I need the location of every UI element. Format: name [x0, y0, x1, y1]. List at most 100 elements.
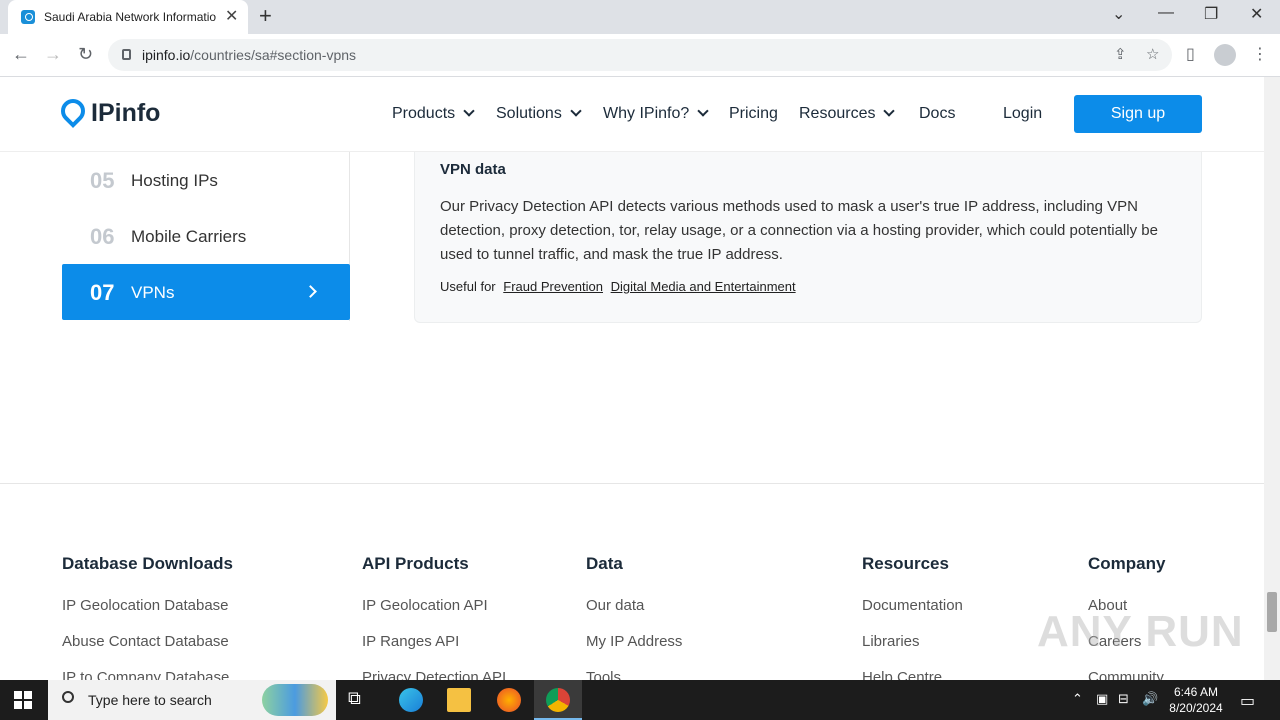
- clock-time: 6:46 AM: [1173, 685, 1219, 699]
- task-view-icon[interactable]: ⧉: [348, 688, 372, 712]
- footer-col-database-downloads: Database Downloads IP Geolocation Databa…: [62, 554, 233, 680]
- chevron-down-icon: [883, 105, 896, 117]
- search-placeholder: Type here to search: [88, 692, 212, 708]
- tab-strip: Saudi Arabia Network Informatio ✕ + ⌄ — …: [0, 0, 1280, 34]
- lock-icon[interactable]: [122, 49, 131, 60]
- firefox-icon[interactable]: [497, 688, 521, 712]
- address-bar[interactable]: ipinfo.io/countries/sa#section-vpns ⇪ ☆: [108, 39, 1172, 71]
- share-icon[interactable]: ⇪: [1114, 45, 1127, 63]
- clock-date: 8/20/2024: [1169, 701, 1223, 715]
- footer-link[interactable]: Documentation: [862, 597, 963, 633]
- logo-text: IPinfo: [91, 99, 161, 127]
- back-icon[interactable]: ←: [12, 44, 30, 65]
- windows-taskbar: Type here to search ⧉ ⌃ ▣ ⊟ 🔊 6:46 AM 8/…: [0, 680, 1280, 720]
- footer-link[interactable]: Libraries: [862, 633, 963, 669]
- footer-link[interactable]: Privacy Detection API: [362, 669, 506, 680]
- link-digital-media[interactable]: Digital Media and Entertainment: [611, 279, 796, 294]
- footer-col-data: Data Our data My IP Address Tools: [586, 554, 682, 680]
- windows-start-icon[interactable]: [14, 691, 32, 709]
- tab-title: Saudi Arabia Network Informatio: [44, 10, 216, 24]
- device-icon[interactable]: ▣: [1096, 691, 1108, 707]
- footer-link[interactable]: Our data: [586, 597, 682, 633]
- restore-button[interactable]: ❐: [1204, 4, 1218, 24]
- anyrun-watermark: ANY RUN: [1037, 607, 1244, 656]
- nav-pricing[interactable]: Pricing: [729, 105, 778, 123]
- minimize-button[interactable]: —: [1158, 4, 1174, 22]
- location-pin-icon: [56, 94, 90, 128]
- footer-link[interactable]: IP Geolocation Database: [62, 597, 233, 633]
- sidebar-item-number: 05: [90, 168, 115, 193]
- close-tab-icon[interactable]: ✕: [225, 6, 238, 26]
- vpn-card-body: Our Privacy Detection API detects variou…: [440, 198, 1158, 263]
- nav-resources[interactable]: Resources: [799, 105, 896, 123]
- file-explorer-icon[interactable]: [447, 688, 471, 712]
- vpn-card-title: VPN data: [440, 161, 506, 178]
- sidebar-item-label: Mobile Carriers: [131, 227, 247, 246]
- footer-col-api-products: API Products IP Geolocation API IP Range…: [362, 554, 506, 680]
- volume-icon[interactable]: 🔊: [1142, 691, 1158, 707]
- footer-col-title: Database Downloads: [62, 554, 233, 573]
- chevron-down-icon: [697, 105, 709, 117]
- taskbar-search-box[interactable]: Type here to search: [48, 680, 336, 720]
- notifications-icon[interactable]: ▭: [1240, 691, 1255, 711]
- new-tab-button[interactable]: +: [259, 3, 272, 29]
- footer-col-title: Company: [1088, 554, 1166, 573]
- nav-solutions[interactable]: Solutions: [496, 105, 582, 123]
- chevron-down-icon: [570, 105, 582, 117]
- show-hidden-icons-icon[interactable]: ⌃: [1072, 691, 1083, 707]
- footer-link[interactable]: My IP Address: [586, 633, 682, 669]
- browser-tab[interactable]: Saudi Arabia Network Informatio ✕: [8, 0, 248, 34]
- useful-for-row: Useful for Fraud Prevention Digital Medi…: [440, 279, 796, 294]
- nav-docs[interactable]: Docs: [919, 105, 955, 123]
- sidebar-item-number: 06: [90, 224, 115, 249]
- footer-link[interactable]: IP to Company Database: [62, 669, 233, 680]
- footer-link[interactable]: Community: [1088, 669, 1165, 680]
- footer-link[interactable]: IP Ranges API: [362, 633, 506, 669]
- link-fraud-prevention[interactable]: Fraud Prevention: [503, 279, 603, 294]
- url-text[interactable]: ipinfo.io/countries/sa#section-vpns: [142, 47, 356, 63]
- browser-toolbar: ← → ↻ ipinfo.io/countries/sa#section-vpn…: [0, 34, 1280, 77]
- profile-avatar[interactable]: [1214, 44, 1236, 66]
- taskbar-clock[interactable]: 6:46 AM 8/20/2024: [1162, 684, 1230, 716]
- footer-col-title: Resources: [862, 554, 949, 573]
- sidebar-item-vpns[interactable]: 07 VPNs: [62, 264, 350, 320]
- footer-link[interactable]: Help Centre: [862, 669, 963, 680]
- signup-button[interactable]: Sign up: [1074, 95, 1202, 133]
- reload-icon[interactable]: ↻: [78, 44, 93, 65]
- ipinfo-favicon-icon: [21, 10, 35, 24]
- footer-link[interactable]: Tools: [586, 669, 682, 680]
- footer-col-title: API Products: [362, 554, 469, 573]
- chevron-down-icon: [463, 105, 475, 117]
- sidebar-item-label: VPNs: [131, 283, 175, 302]
- page-scrollbar[interactable]: [1264, 77, 1280, 680]
- chrome-icon: [546, 688, 570, 712]
- footer-col-title: Data: [586, 554, 623, 573]
- section-sidebar: 05 Hosting IPs 06 Mobile Carriers 07 VPN…: [62, 152, 350, 321]
- login-link[interactable]: Login: [1003, 105, 1042, 123]
- search-icon: [62, 691, 74, 703]
- chevron-right-icon: [304, 285, 317, 298]
- site-header: IPinfo Products Solutions Why IPinfo? Pr…: [0, 77, 1264, 152]
- search-highlight-icon: [262, 684, 328, 716]
- side-panel-icon[interactable]: ▯: [1186, 44, 1195, 64]
- bookmark-star-icon[interactable]: ☆: [1146, 45, 1159, 63]
- network-icon[interactable]: ⊟: [1118, 691, 1129, 707]
- scrollbar-thumb[interactable]: [1267, 592, 1277, 632]
- edge-icon[interactable]: [399, 688, 423, 712]
- chrome-taskbar-button[interactable]: [534, 680, 582, 720]
- forward-icon[interactable]: →: [44, 44, 62, 65]
- vpn-data-card: VPN data Our Privacy Detection API detec…: [414, 137, 1202, 323]
- nav-why-ipinfo[interactable]: Why IPinfo?: [603, 105, 709, 123]
- tab-search-icon[interactable]: ⌄: [1112, 4, 1125, 24]
- sidebar-item-label: Hosting IPs: [131, 171, 218, 190]
- footer-link[interactable]: IP Geolocation API: [362, 597, 506, 633]
- menu-kebab-icon[interactable]: ⋮: [1252, 44, 1268, 64]
- sidebar-item-hosting-ips[interactable]: 05 Hosting IPs: [62, 152, 350, 208]
- page-viewport: IPinfo Products Solutions Why IPinfo? Pr…: [0, 77, 1264, 680]
- close-window-button[interactable]: ✕: [1250, 4, 1263, 24]
- sidebar-item-mobile-carriers[interactable]: 06 Mobile Carriers: [62, 208, 350, 264]
- sidebar-item-number: 07: [90, 280, 115, 305]
- footer-col-resources: Resources Documentation Libraries Help C…: [862, 554, 963, 680]
- nav-products[interactable]: Products: [392, 105, 475, 123]
- footer-link[interactable]: Abuse Contact Database: [62, 633, 233, 669]
